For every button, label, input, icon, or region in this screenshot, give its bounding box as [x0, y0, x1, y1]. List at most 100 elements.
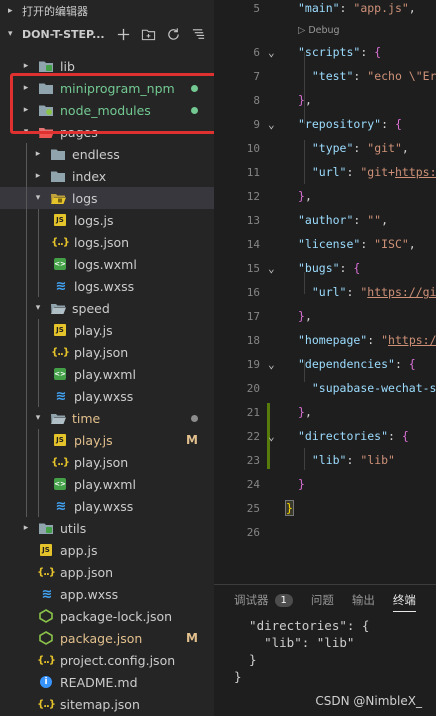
panel-tab-label: 调试器	[234, 593, 269, 607]
new-file-icon[interactable]	[115, 26, 131, 42]
tree-file-play-wxss[interactable]: ▸≋play.wxss	[0, 495, 214, 517]
tree-file-play-wxss[interactable]: ▸≋play.wxss	[0, 385, 214, 407]
terminal-output[interactable]: "directories": { "lib": "lib" }}	[214, 617, 436, 685]
code-text: },	[298, 309, 312, 323]
js-file-icon: JS	[52, 213, 68, 227]
indent-guide	[38, 473, 39, 495]
tree-item-label: play.json	[74, 454, 129, 470]
wxss-file-icon: ≋	[55, 278, 67, 294]
wxss-file-icon: ≋	[55, 388, 67, 404]
indent-guide	[26, 341, 27, 363]
indent-guide	[26, 407, 27, 429]
json-file-icon: {..}	[37, 566, 56, 578]
code-text: "url": "https://git	[311, 285, 436, 299]
code-line: 16 "url": "https://git	[214, 280, 436, 304]
tree-item-label: speed	[72, 300, 110, 316]
line-number: 13	[246, 213, 260, 227]
tree-item-label: logs.json	[74, 234, 130, 250]
tree-item-label: miniprogram_npm	[60, 80, 175, 96]
fold-chevron-icon[interactable]: ⌄	[268, 358, 275, 371]
tree-folder-time[interactable]: ▾ time	[0, 407, 214, 429]
tree-folder-speed[interactable]: ▾ speed	[0, 297, 214, 319]
project-header[interactable]: ▾ DON-T-STEP...	[0, 23, 214, 45]
tree-item-label: logs	[72, 190, 98, 206]
panel-tab-label: 输出	[351, 593, 375, 607]
indent-guide	[38, 275, 39, 297]
file-tree: ▸ lib ▸ miniprogram_npm ▸ node_modules ▾ pages ▸…	[0, 55, 214, 715]
npm-package-icon	[38, 631, 54, 645]
wxml-file-icon: <>	[54, 368, 66, 380]
line-number: 25	[246, 501, 260, 515]
fold-chevron-icon[interactable]: ⌄	[268, 46, 275, 59]
panel-tab-1[interactable]: 问题	[311, 585, 334, 615]
tree-item-label: play.wxml	[74, 366, 136, 382]
new-folder-icon[interactable]	[140, 26, 156, 42]
tree-file-app-json[interactable]: ▸{..}app.json	[0, 561, 214, 583]
tree-file-sitemap-json[interactable]: ▸{..}sitemap.json	[0, 693, 214, 715]
panel-tabs: 调试器 1 问题 输出 终端	[214, 585, 436, 615]
tree-item-label: lib	[60, 58, 75, 74]
git-modified-badge: M	[186, 631, 198, 645]
tree-folder-miniprogram-npm[interactable]: ▸ miniprogram_npm	[0, 77, 214, 99]
line-number: 6	[253, 45, 260, 59]
tree-item-label: package.json	[60, 630, 143, 646]
tree-file-logs-json[interactable]: ▸{..}logs.json	[0, 231, 214, 253]
tree-item-label: README.md	[60, 674, 138, 690]
indent-guide	[26, 253, 27, 275]
tree-file-play-json[interactable]: ▸{..}play.json	[0, 451, 214, 473]
open-editors-label: 打开的编辑器	[22, 5, 88, 18]
line-number: 8	[253, 93, 260, 107]
folder-icon	[50, 169, 66, 183]
collapse-all-icon[interactable]	[190, 26, 206, 42]
refresh-icon[interactable]	[165, 26, 181, 42]
tree-file-logs-js[interactable]: ▸JSlogs.js	[0, 209, 214, 231]
tree-folder-index[interactable]: ▸ index	[0, 165, 214, 187]
tree-file-play-js[interactable]: ▸JSplay.js	[0, 319, 214, 341]
tree-folder-lib[interactable]: ▸ lib	[0, 55, 214, 77]
tree-file-play-wxml[interactable]: ▸<>play.wxml	[0, 363, 214, 385]
tree-file-readme-md[interactable]: ▸iREADME.md	[0, 671, 214, 693]
tree-folder-endless[interactable]: ▸ endless	[0, 143, 214, 165]
code-text: "repository": {	[298, 117, 402, 131]
tree-folder-pages[interactable]: ▾ pages	[0, 121, 214, 143]
tree-folder-utils[interactable]: ▸ utils	[0, 517, 214, 539]
tree-folder-node-modules[interactable]: ▸ node_modules	[0, 99, 214, 121]
explorer-sidebar: ▸ 打开的编辑器 ▾ DON-T-STEP... ▸ lib ▸ miniprogra…	[0, 0, 214, 716]
tree-file-logs-wxss[interactable]: ▸≋logs.wxss	[0, 275, 214, 297]
debug-codelens[interactable]: ▷ Debug	[298, 25, 340, 36]
wxss-file-icon: ≋	[55, 498, 67, 514]
open-editors-header[interactable]: ▸ 打开的编辑器	[0, 0, 214, 22]
terminal-line: "lib": "lib"	[234, 635, 355, 650]
code-text: "url": "git+https:/	[311, 165, 436, 179]
folder-icon	[38, 81, 54, 95]
tree-file-package-json[interactable]: ▸package.jsonM	[0, 627, 214, 649]
panel-tab-3[interactable]: 终端	[392, 585, 416, 615]
indent-guide	[304, 360, 305, 382]
line-number: 14	[246, 237, 260, 251]
tree-file-app-wxss[interactable]: ▸≋app.wxss	[0, 583, 214, 605]
tree-file-play-js[interactable]: ▸JSplay.jsM	[0, 429, 214, 451]
js-file-icon: JS	[38, 543, 54, 557]
tree-file-play-wxml[interactable]: ▸<>play.wxml	[0, 473, 214, 495]
tree-file-app-js[interactable]: ▸JSapp.js	[0, 539, 214, 561]
code-line: 9 ⌄ "repository": {	[214, 112, 436, 136]
tree-item-label: app.js	[60, 542, 98, 558]
tree-item-label: index	[72, 168, 107, 184]
tree-file-logs-wxml[interactable]: ▸<>logs.wxml	[0, 253, 214, 275]
folder-icon	[38, 103, 54, 117]
panel-tab-0[interactable]: 调试器 1	[234, 585, 293, 615]
fold-chevron-icon[interactable]: ⌄	[268, 262, 275, 275]
code-editor[interactable]: 5 "main": "app.js", ▷ Debug 6 ⌄ "scripts": {7 …	[214, 0, 436, 584]
fold-chevron-icon[interactable]: ⌄	[268, 118, 275, 131]
tree-file-play-json[interactable]: ▸{..}play.json	[0, 341, 214, 363]
tree-folder-logs[interactable]: ▾ logs	[0, 187, 214, 209]
code-text: },	[298, 189, 312, 203]
tree-file-project-config-json[interactable]: ▸{..}project.config.json	[0, 649, 214, 671]
code-line: 21},	[214, 400, 436, 424]
line-number: 20	[246, 381, 260, 395]
tree-file-package-lock-json[interactable]: ▸package-lock.json	[0, 605, 214, 627]
line-number: 22	[246, 429, 260, 443]
panel-tab-2[interactable]: 输出	[352, 585, 375, 615]
code-text: },	[298, 405, 312, 419]
fold-chevron-icon[interactable]: ⌄	[268, 430, 275, 443]
